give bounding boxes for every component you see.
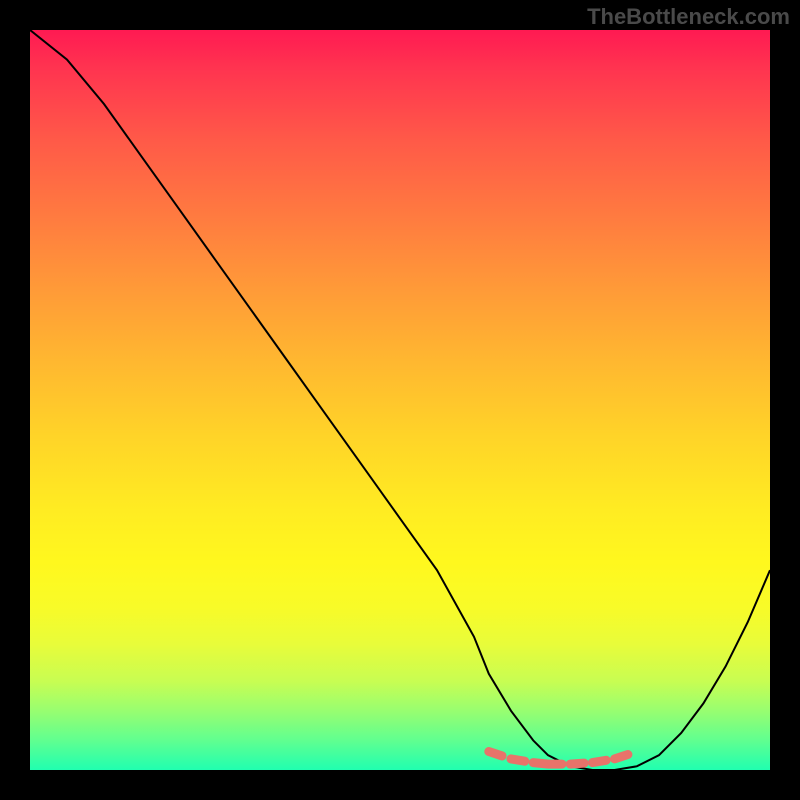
watermark-text: TheBottleneck.com [587,4,790,30]
bottleneck-curve [30,30,770,770]
plot-area [30,30,770,770]
chart-svg [30,30,770,770]
optimal-range-marker [489,752,637,765]
